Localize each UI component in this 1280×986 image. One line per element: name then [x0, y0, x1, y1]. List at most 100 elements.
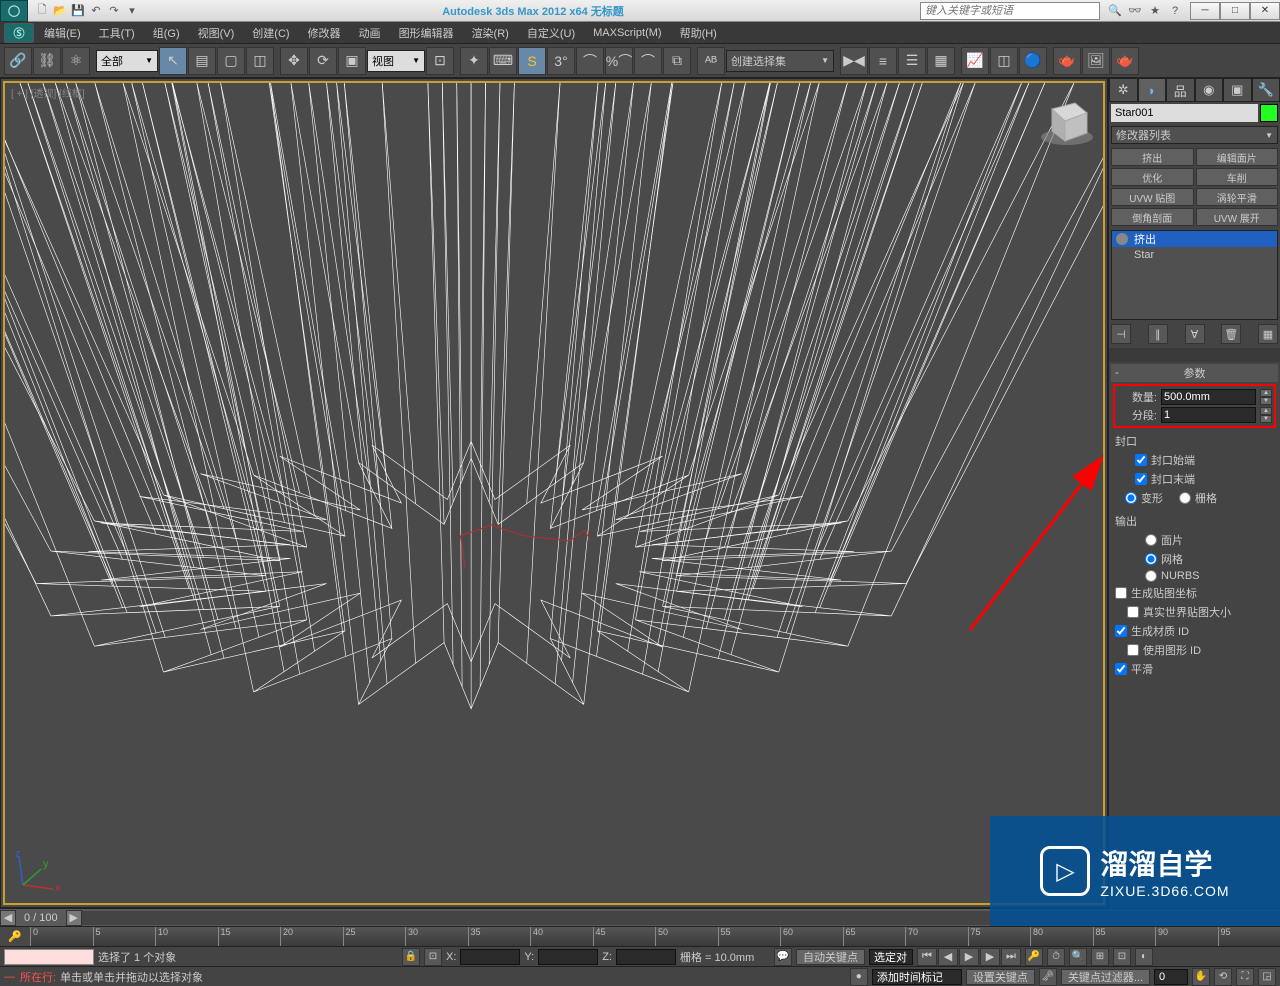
object-color-swatch[interactable] [1260, 104, 1278, 122]
render-frame-icon[interactable]: 🖼 [1082, 47, 1110, 75]
pivot-icon[interactable]: ⊡ [426, 47, 454, 75]
help-icon[interactable]: ? [1166, 2, 1184, 20]
manipulate-icon[interactable]: ✦ [460, 47, 488, 75]
stack-item-extrude[interactable]: 挤出 [1112, 231, 1277, 247]
snap-toggle-icon[interactable]: S [518, 47, 546, 75]
zoom-icon[interactable]: 🔍 [1069, 948, 1087, 966]
render-setup-icon[interactable]: 🫖 [1053, 47, 1081, 75]
link-icon[interactable]: 🔗 [4, 47, 32, 75]
angle-snap-icon[interactable]: 3° [547, 47, 575, 75]
frame-input[interactable]: 0 [1154, 969, 1188, 985]
close-button[interactable]: ✕ [1250, 2, 1280, 20]
menu-rendering[interactable]: 渲染(R) [464, 23, 517, 43]
amount-down-icon[interactable]: ▼ [1260, 397, 1272, 405]
scale-icon[interactable]: ▣ [338, 47, 366, 75]
selection-filter-dropdown[interactable]: 全部▼ [96, 50, 158, 72]
max-toggle-icon[interactable]: ⛶ [1236, 968, 1254, 986]
menu-views[interactable]: 视图(V) [190, 23, 243, 43]
snap-icon[interactable]: ⌒ [634, 47, 662, 75]
segments-input[interactable]: 1 [1161, 407, 1256, 423]
zoom-all-icon[interactable]: ⊞ [1091, 948, 1109, 966]
search-icon[interactable]: 🔍 [1106, 2, 1124, 20]
curve-editor-icon[interactable]: 📈 [961, 47, 989, 75]
menu-animation[interactable]: 动画 [351, 23, 389, 43]
show-end-icon[interactable]: ∥ [1148, 324, 1168, 344]
tab-utilities-icon[interactable]: 🔧 [1252, 78, 1280, 102]
named-selection-dropdown[interactable]: 创建选择集▼ [726, 50, 834, 72]
make-unique-icon[interactable]: ∀ [1185, 324, 1205, 344]
autokey-button[interactable]: 自动关键点 [796, 949, 865, 965]
mirror-icon[interactable]: ▶◀ [840, 47, 868, 75]
orbit-icon[interactable]: ⟲ [1214, 968, 1232, 986]
patch-radio[interactable] [1145, 534, 1157, 546]
cap-start-checkbox[interactable] [1135, 454, 1147, 466]
mod-extrude-button[interactable]: 挤出 [1111, 148, 1194, 166]
script-rec-icon[interactable]: ● [850, 968, 868, 986]
tab-motion-icon[interactable]: ◉ [1195, 78, 1224, 102]
menu-graph[interactable]: 图形编辑器 [391, 23, 462, 43]
gen-matid-checkbox[interactable] [1115, 625, 1127, 637]
viewport[interactable]: [ + ] [透视] [线框] [0, 78, 1108, 908]
mesh-radio[interactable] [1145, 553, 1157, 565]
modifier-list-dropdown[interactable]: 修改器列表▼ [1111, 126, 1278, 144]
selected-set-input[interactable]: 选定对 [869, 949, 913, 965]
tab-create-icon[interactable]: ✲ [1109, 78, 1138, 102]
redo-icon[interactable]: ↷ [106, 3, 122, 19]
isolate-icon[interactable]: ⊡ [424, 948, 442, 966]
comm-center-icon[interactable]: 💬 [774, 948, 792, 966]
move-icon[interactable]: ✥ [280, 47, 308, 75]
edit-named-sel-icon[interactable]: ᴬᴮ [697, 47, 725, 75]
add-time-tag[interactable]: 添加时间标记 [872, 969, 962, 985]
view-cube[interactable] [1037, 89, 1097, 149]
morph-radio[interactable] [1125, 492, 1137, 504]
timeline-ruler[interactable]: 0510152025303540455055606570758085909510… [30, 927, 1280, 946]
window-crossing-icon[interactable]: ◫ [246, 47, 274, 75]
configure-icon[interactable]: ▦ [1258, 324, 1278, 344]
help-search-input[interactable] [920, 2, 1100, 20]
segments-down-icon[interactable]: ▼ [1260, 415, 1272, 423]
rollout-parameters[interactable]: -参数 [1111, 364, 1278, 382]
mod-uvwmap-button[interactable]: UVW 贴图 [1111, 188, 1194, 206]
minmax-icon[interactable]: ◲ [1258, 968, 1276, 986]
favorite-icon[interactable]: ★ [1146, 2, 1164, 20]
undo-icon[interactable]: ↶ [88, 3, 104, 19]
prev-frame-icon[interactable]: ◀ [938, 948, 958, 966]
zoom-ext-icon[interactable]: ⊡ [1113, 948, 1131, 966]
goto-end-icon[interactable]: ⏭ [1001, 948, 1021, 966]
rect-region-icon[interactable]: ▢ [217, 47, 245, 75]
save-icon[interactable]: 💾 [70, 3, 86, 19]
stack-item-star[interactable]: Star [1112, 247, 1277, 263]
binoculars-icon[interactable]: 👓 [1126, 2, 1144, 20]
unlink-icon[interactable]: ⛓ [33, 47, 61, 75]
remove-mod-icon[interactable]: 🗑 [1221, 324, 1241, 344]
menu-maxscript[interactable]: MAXScript(M) [585, 25, 669, 41]
layer-manager-icon[interactable]: ▦ [927, 47, 955, 75]
app-menu-button[interactable]: Ⓢ [4, 23, 34, 43]
slider-right-icon[interactable]: ▶ [66, 910, 82, 926]
grid-radio[interactable] [1179, 492, 1191, 504]
menu-group[interactable]: 组(G) [145, 23, 188, 43]
schematic-icon[interactable]: ◫ [990, 47, 1018, 75]
menu-help[interactable]: 帮助(H) [672, 23, 725, 43]
time-config-icon[interactable]: ⏱ [1047, 948, 1065, 966]
minimize-button[interactable]: ─ [1190, 2, 1220, 20]
segments-up-icon[interactable]: ▲ [1260, 407, 1272, 415]
align-icon[interactable]: ≡ [869, 47, 897, 75]
setkey-button[interactable]: 设置关键点 [966, 969, 1035, 985]
app-icon[interactable]: ◯ [0, 0, 28, 22]
key-big-icon[interactable]: 🗝 [1039, 968, 1057, 986]
fov-icon[interactable]: ◐ [1135, 948, 1153, 966]
tab-modify-icon[interactable]: ◗ [1138, 78, 1167, 102]
y-input[interactable] [538, 949, 598, 965]
visibility-icon[interactable] [1116, 233, 1128, 245]
rotate-icon[interactable]: ⟳ [309, 47, 337, 75]
x-input[interactable] [460, 949, 520, 965]
mod-editmesh-button[interactable]: 编辑面片 [1196, 148, 1279, 166]
pan-icon[interactable]: ✋ [1192, 968, 1210, 986]
mod-chamfer-button[interactable]: 倒角剖面 [1111, 208, 1194, 226]
menu-customize[interactable]: 自定义(U) [519, 23, 583, 43]
percent-snap-icon[interactable]: ⌒ [576, 47, 604, 75]
tab-hierarchy-icon[interactable]: 品 [1166, 78, 1195, 102]
cap-end-checkbox[interactable] [1135, 473, 1147, 485]
next-frame-icon[interactable]: ▶ [980, 948, 1000, 966]
